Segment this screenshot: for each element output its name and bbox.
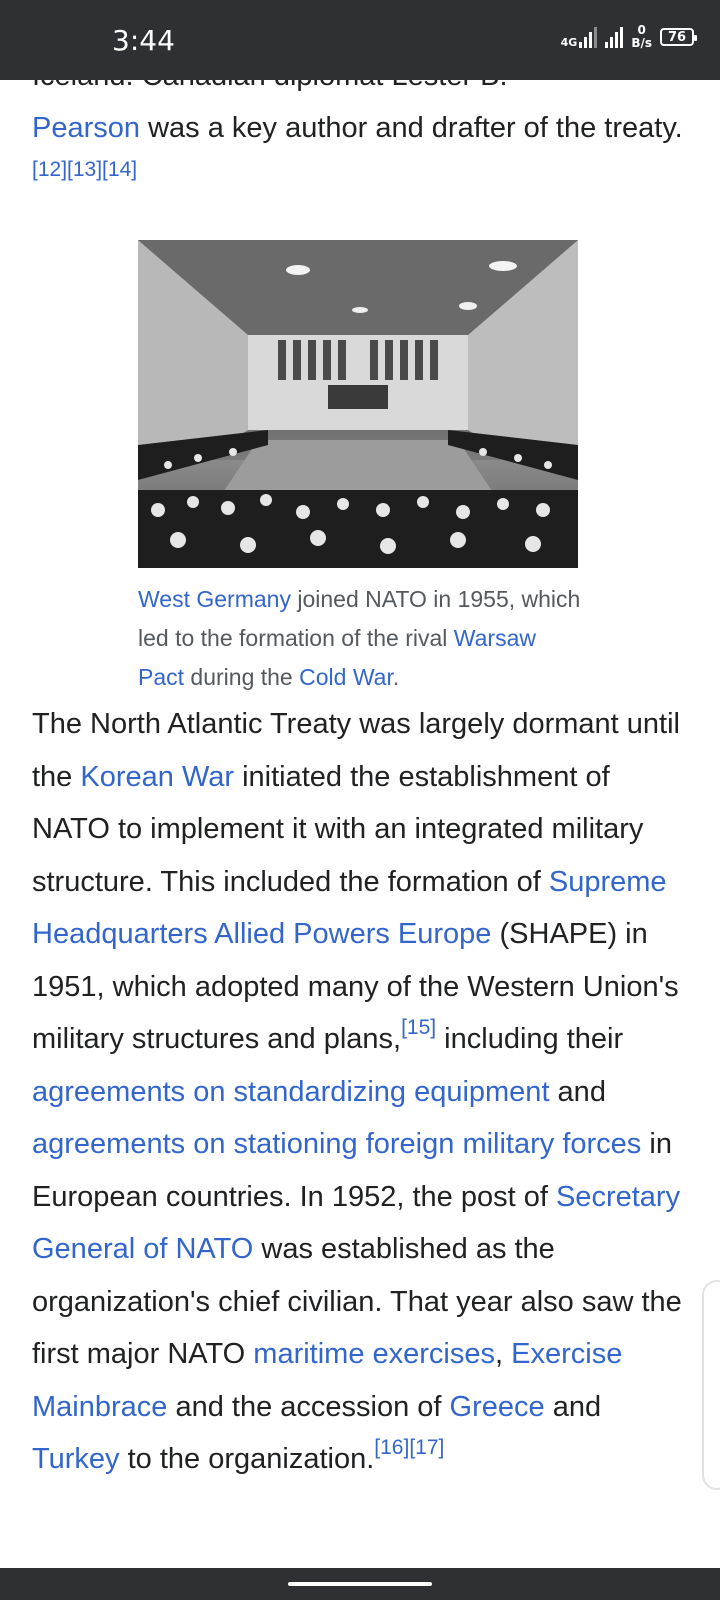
battery-icon: 76 — [660, 28, 697, 46]
home-gesture-pill[interactable] — [288, 1582, 432, 1586]
figure-image[interactable] — [138, 240, 578, 568]
network-speed: 0 B/s — [631, 24, 652, 50]
figure-caption: West Germany joined NATO in 1955, which … — [138, 580, 588, 697]
network-type-icon: 4G — [561, 26, 598, 48]
link-turkey[interactable]: Turkey — [32, 1443, 120, 1475]
link-greece[interactable]: Greece — [450, 1391, 545, 1423]
signal-strength-icon-2 — [605, 26, 624, 48]
article-content: Iceland. Canadian diplomat Lester B. Pea… — [0, 80, 720, 1568]
paragraph-1: Pearson was a key author and drafter of … — [32, 102, 692, 207]
paragraph-text: and — [544, 1390, 602, 1423]
paragraph-text: , — [495, 1338, 512, 1370]
caption-text: . — [392, 664, 400, 690]
link-pearson[interactable]: Pearson — [32, 112, 140, 144]
paragraph-text: was a key author and drafter of the trea… — [140, 112, 683, 144]
link-west-germany[interactable]: West Germany — [138, 586, 291, 612]
conference-hall-photo — [138, 240, 578, 568]
signal-strength-icon — [579, 26, 598, 48]
network-type-label: 4G — [560, 36, 578, 49]
reference-link[interactable]: [15] — [401, 1016, 436, 1039]
link-cold-war[interactable]: Cold War — [299, 664, 393, 690]
link-stationing-forces[interactable]: agreements on stationing foreign militar… — [32, 1128, 641, 1160]
paragraph-text: including their — [436, 1023, 624, 1055]
paragraph-2: The North Atlantic Treaty was largely do… — [32, 698, 692, 1486]
link-korean-war[interactable]: Korean War — [80, 761, 234, 793]
paragraph-text: and — [549, 1075, 606, 1108]
paragraph-text: to the organization. — [119, 1443, 375, 1475]
battery-level: 76 — [667, 29, 687, 45]
link-maritime-exercises[interactable]: maritime exercises — [253, 1338, 495, 1370]
network-speed-unit: B/s — [631, 36, 652, 50]
status-bar: 3:44 4G 0 B/s 76 — [0, 0, 720, 80]
link-standardizing-equipment[interactable]: agreements on standardizing equipment — [32, 1076, 550, 1108]
navigation-bar — [0, 1568, 720, 1600]
cut-off-text: Iceland. Canadian diplomat Lester B. — [32, 80, 508, 102]
status-icons: 4G 0 B/s 76 — [561, 24, 697, 50]
reference-link[interactable]: [12][13][14] — [32, 158, 137, 181]
status-time: 3:44 — [112, 24, 175, 57]
side-panel-handle[interactable] — [702, 1280, 720, 1490]
caption-text: during the — [184, 664, 300, 690]
paragraph-text: and the accession of — [167, 1390, 450, 1423]
reference-link[interactable]: [16][17] — [374, 1436, 444, 1459]
